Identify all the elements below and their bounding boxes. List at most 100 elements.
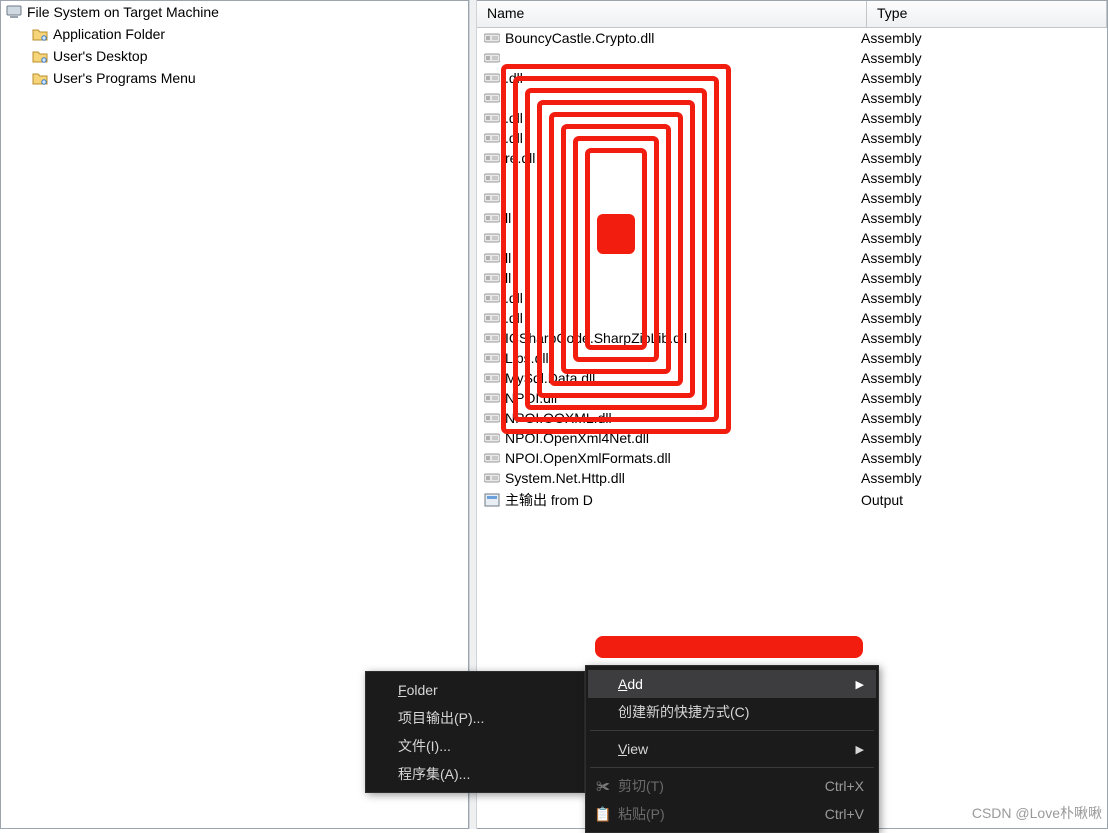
assembly-icon [483,131,501,145]
list-item[interactable]: ICSharpCode.SharpZipLib.dllAssembly [477,328,1107,348]
assembly-icon [483,431,501,445]
list-item-type: Assembly [861,270,1101,286]
list-item[interactable]: System.Net.Http.dll Assembly [477,468,1107,488]
tree-item-label: User's Desktop [53,48,147,64]
list-item[interactable]: Assembly [477,168,1107,188]
list-item-name: System.Net.Http.dll [505,470,625,486]
list-item-name: .dll [505,290,523,306]
list-item[interactable]: ll Assembly [477,208,1107,228]
list-item-type: Assembly [861,30,1101,46]
tree-item[interactable]: User's Desktop [1,45,468,67]
list-item-name: ll [505,210,511,226]
list-item-type: Assembly [861,110,1101,126]
assembly-icon [483,471,501,485]
list-item-name: .dll [505,110,523,126]
computer-icon [5,4,23,20]
list-item[interactable]: Libs.dll Assembly [477,348,1107,368]
menu-divider [590,767,874,768]
list-item[interactable]: NPOI.OpenXml4Net.dll Assembly [477,428,1107,448]
list-item-name: NPOI.OpenXml4Net.dll [505,430,649,446]
assembly-icon [483,171,501,185]
context-menu: Add ▶ 创建新的快捷方式(C) View ▶ ✀ 剪切(T) Ctrl+X … [585,665,879,833]
submenu-item-project-output[interactable]: 项目输出(P)... [368,704,582,732]
chevron-right-icon: ▶ [826,743,864,756]
list-item[interactable]: 主输出 from DOutput [477,488,1107,512]
list-item[interactable]: re.dllAssembly [477,148,1107,168]
menu-item-add[interactable]: Add ▶ [588,670,876,698]
list-item[interactable]: .dllAssembly [477,128,1107,148]
list-item[interactable]: .dllAssembly [477,68,1107,88]
menu-item-create-shortcut[interactable]: 创建新的快捷方式(C) [588,698,876,726]
list-item-type: Assembly [861,170,1101,186]
assembly-icon [483,271,501,285]
list-item-name: BouncyCastle.Crypto.dll [505,30,654,46]
assembly-icon [483,291,501,305]
assembly-icon [483,51,501,65]
list-item-type: Assembly [861,250,1101,266]
assembly-icon [483,371,501,385]
list-item[interactable]: .dllAssembly [477,308,1107,328]
list-item[interactable]: .dll Assembly [477,108,1107,128]
assembly-icon [483,451,501,465]
list-item[interactable]: Assembly [477,48,1107,68]
column-header-type[interactable]: Type [867,1,1107,27]
list-item-type: Assembly [861,50,1101,66]
list-item-type: Assembly [861,290,1101,306]
list-item-type: Assembly [861,450,1101,466]
list-item-name: NPOI.dll [505,390,557,406]
list-item-name: NPOI.OOXML.dll [505,410,612,426]
list-item[interactable]: Assembly [477,188,1107,208]
submenu-item-file[interactable]: 文件(I)... [368,732,582,760]
assembly-icon [483,351,501,365]
list-item-name: ll [505,250,511,266]
list-item-name: 主输出 from D [505,490,593,510]
list-item-name: Libs.dll [505,350,549,366]
list-item[interactable]: Assembly [477,228,1107,248]
menu-item-view[interactable]: View ▶ [588,735,876,763]
list-item-type: Assembly [861,330,1101,346]
list-item-type: Assembly [861,190,1101,206]
assembly-icon [483,71,501,85]
folder-icon [31,26,49,42]
list-item[interactable]: ll Assembly [477,268,1107,288]
list-item-name: ll [505,270,511,286]
tree-item[interactable]: User's Programs Menu [1,67,468,89]
menu-item-cut: ✀ 剪切(T) Ctrl+X [588,772,876,800]
assembly-icon [483,31,501,45]
list-item[interactable]: NPOI.dll Assembly [477,388,1107,408]
assembly-icon [483,111,501,125]
list-item-type: Assembly [861,410,1101,426]
tree-root-label: File System on Target Machine [27,4,219,20]
list-item-name: .dll [505,70,523,86]
column-header-name[interactable]: Name [477,1,867,27]
assembly-icon [483,331,501,345]
list-item-type: Assembly [861,390,1101,406]
list-item-name: .dll [505,130,523,146]
tree-item-label: User's Programs Menu [53,70,196,86]
assembly-icon [483,231,501,245]
list-item-type: Assembly [861,350,1101,366]
menu-divider [590,730,874,731]
assembly-icon [483,391,501,405]
list-item[interactable]: BouncyCastle.Crypto.dll Assembly [477,28,1107,48]
list-item-type: Assembly [861,430,1101,446]
list-item[interactable]: MySql.Data.dllAssembly [477,368,1107,388]
assembly-icon [483,411,501,425]
list-item[interactable]: Assembly [477,88,1107,108]
list-item-type: Assembly [861,470,1101,486]
tree-root[interactable]: File System on Target Machine [1,1,468,23]
list-item-type: Assembly [861,210,1101,226]
list-item-type: Assembly [861,90,1101,106]
list-item-type: Assembly [861,370,1101,386]
list-item[interactable]: ll Assembly [477,248,1107,268]
list-item[interactable]: NPOI.OOXML.dll Assembly [477,408,1107,428]
list-item-type: Assembly [861,310,1101,326]
submenu-item-assembly[interactable]: 程序集(A)... [368,760,582,788]
list-item-type: Assembly [861,230,1101,246]
tree-item-label: Application Folder [53,26,165,42]
submenu-item-folder[interactable]: Folder [368,676,582,704]
list-item[interactable]: NPOI.OpenXmlFormats.dllAssembly [477,448,1107,468]
assembly-icon [483,91,501,105]
list-item[interactable]: .dll Assembly [477,288,1107,308]
tree-item[interactable]: Application Folder [1,23,468,45]
